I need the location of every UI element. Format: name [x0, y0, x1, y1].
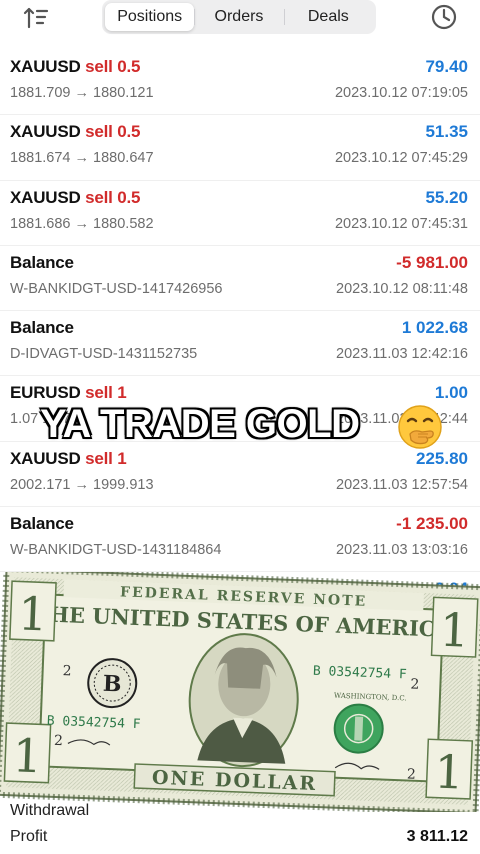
sort-button[interactable] [22, 6, 50, 30]
deal-value: 55.20 [425, 187, 468, 207]
face-with-hand-over-mouth-emoji [396, 404, 444, 450]
deal-detail: W-BANKIDGT-USD-1417426956 [10, 280, 223, 297]
bill-corner-denomination: 1 [439, 603, 470, 658]
withdrawal-label: Withdrawal [10, 802, 90, 819]
deal-date: 2023.11.03 12:42:16 [336, 346, 468, 363]
balance-row[interactable]: Balance W-BANKIDGT-USD-1417426956 -5 981… [0, 246, 480, 312]
view-segmented-control: Positions Orders Deals [102, 0, 376, 34]
deal-detail: 1881.686 → 1880.582 [10, 215, 154, 232]
profit-label: Profit [10, 828, 48, 845]
deal-date: 2023.11.03 12:57:54 [336, 476, 468, 493]
deal-row[interactable]: XAUUSD sell 0.5 1881.709 → 1880.121 79.4… [0, 50, 480, 116]
dollar-bill-image: FEDERAL RESERVE NOTE THE UNITED STATES O… [0, 572, 480, 812]
tab-label: Deals [307, 8, 349, 25]
deal-date: 2023.11.03 13:03:16 [336, 542, 468, 559]
clock-icon [431, 4, 457, 30]
sort-icon [23, 7, 49, 29]
deal-side: sell 1 [85, 448, 127, 468]
deal-side: sell 0.5 [85, 57, 141, 76]
profit-row: Profit 3 811.12 [0, 826, 480, 852]
deal-detail: 1881.709 → 1880.121 [10, 85, 154, 101]
deal-side: sell 0.5 [85, 122, 141, 142]
deal-symbol: Balance [10, 318, 74, 338]
history-period-button[interactable] [430, 3, 458, 31]
balance-row[interactable]: Balance W-BANKIDGT-USD-1431184864 -1 235… [0, 507, 480, 573]
plate-number: 2 [410, 677, 420, 693]
withdrawal-row: Withdrawal [0, 800, 480, 826]
tab-label: Orders [214, 8, 264, 25]
bill-corner-denomination: 1 [12, 728, 43, 783]
federal-reserve-seal-letter: B [102, 671, 122, 698]
plate-number: 2 [54, 733, 64, 749]
profit-value: 3 811.12 [406, 828, 468, 845]
balance-row[interactable]: Balance D-IDVAGT-USD-1431152735 1 022.68… [0, 311, 480, 377]
deal-value: 79.40 [425, 57, 468, 76]
deal-date: 2023.10.12 07:45:31 [334, 215, 468, 232]
tab-deals[interactable]: Deals [283, 3, 373, 31]
deal-symbol: Balance [10, 514, 74, 534]
deal-detail: 1881.674 → 1880.647 [10, 150, 154, 167]
tab-positions[interactable]: Positions [105, 3, 195, 31]
deal-detail: D-IDVAGT-USD-1431152735 [10, 346, 198, 363]
tab-label: Positions [117, 8, 183, 25]
deal-symbol: XAUUSD sell 1 [10, 448, 127, 468]
deal-side: sell 1 [85, 383, 127, 403]
deals-list: XAUUSD sell 0.5 1881.709 → 1880.121 79.4… [0, 50, 480, 638]
deal-date: 2023.10.12 08:11:48 [336, 280, 468, 297]
deal-value: 1 022.68 [401, 318, 468, 338]
summary-panel: Withdrawal Profit 3 811.12 [0, 800, 480, 852]
deal-row[interactable]: XAUUSD sell 0.5 1881.686 → 1880.582 55.2… [0, 181, 480, 246]
overlay-caption: YA TRADE GOLD [40, 402, 360, 446]
deal-row[interactable]: XAUUSD sell 1 2002.171 → 1999.913 225.80… [0, 442, 480, 508]
deal-side: sell 0.5 [85, 187, 141, 207]
deal-symbol: XAUUSD sell 0.5 [10, 187, 141, 207]
deal-detail: W-BANKIDGT-USD-1431184864 [10, 542, 222, 559]
top-toolbar: Positions Orders Deals [0, 0, 480, 40]
deal-value: 225.80 [416, 448, 468, 468]
deal-date: 2023.10.12 07:45:29 [334, 150, 468, 167]
deal-value: -5 981.00 [396, 252, 468, 272]
deal-detail: 2002.171 → 1999.913 [10, 476, 154, 493]
tab-orders[interactable]: Orders [194, 3, 283, 31]
deal-row[interactable]: XAUUSD sell 0.5 1881.674 → 1880.647 51.3… [0, 115, 480, 181]
deal-symbol: XAUUSD sell 0.5 [10, 57, 141, 76]
deal-value: 1.00 [434, 383, 468, 403]
deal-symbol: Balance [10, 252, 74, 272]
plate-number: 2 [407, 766, 417, 782]
bill-corner-denomination: 1 [433, 745, 464, 800]
deal-value: -1 235.00 [396, 514, 468, 534]
plate-number: 2 [62, 663, 72, 679]
deal-date: 2023.10.12 07:19:05 [334, 85, 468, 101]
deal-symbol: EURUSD sell 1 [10, 383, 127, 403]
deal-symbol: XAUUSD sell 0.5 [10, 122, 141, 142]
bill-corner-denomination: 1 [17, 586, 48, 641]
deal-value: 51.35 [425, 122, 468, 142]
